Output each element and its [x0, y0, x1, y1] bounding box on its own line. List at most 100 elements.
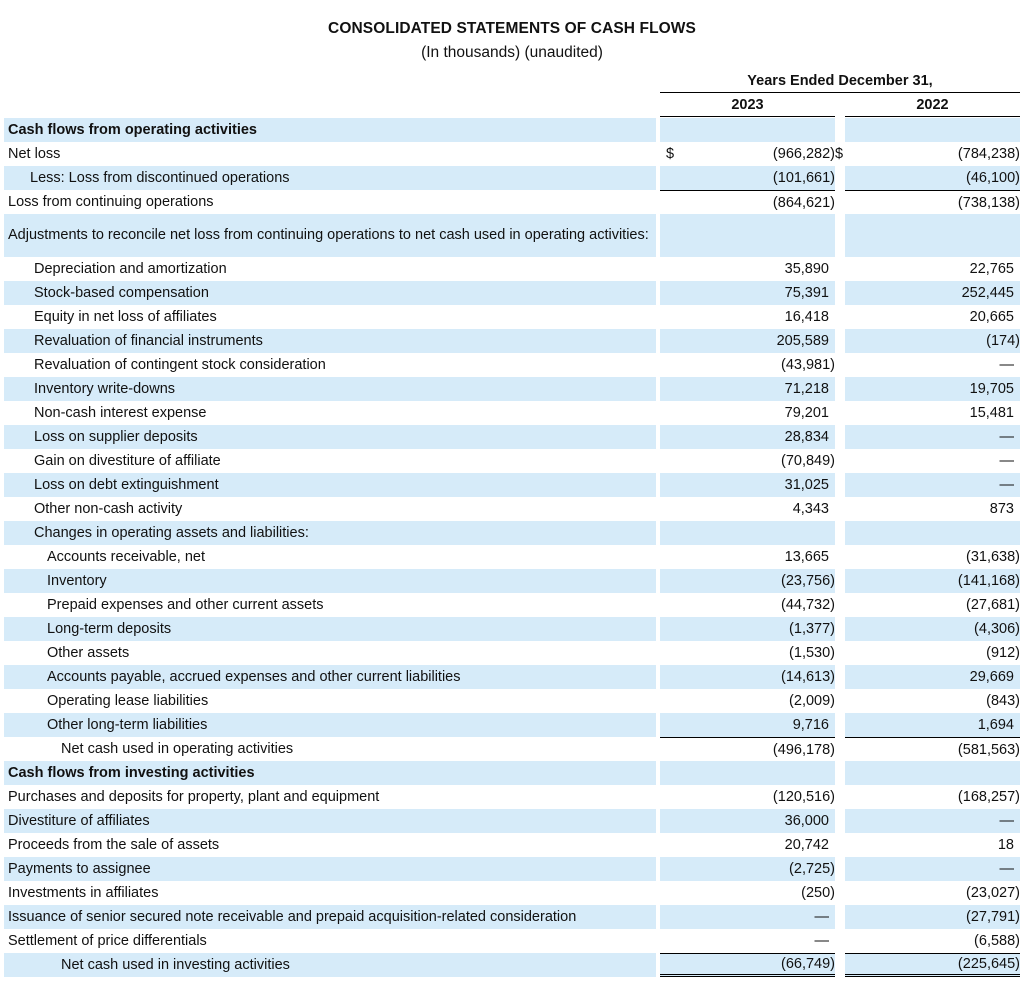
value-2022: 873	[989, 501, 1014, 517]
row-label: Purchases and deposits for property, pla…	[8, 788, 380, 805]
cell-2023: 79,201	[660, 401, 835, 425]
cell-2022: 18	[845, 833, 1020, 857]
value-2022: 15,481	[969, 405, 1014, 421]
row-label: Net cash used in operating activities	[61, 740, 294, 757]
period-header-rule	[660, 92, 1020, 93]
cell-2022: 22,765	[845, 257, 1020, 281]
cell-2022	[845, 118, 1020, 142]
table-row: Other non-cash activity 4,343 873	[4, 497, 1020, 521]
value-2023: 205,589	[776, 333, 829, 349]
cell-2023: (250)	[660, 881, 835, 905]
cell-2023: 16,418	[660, 305, 835, 329]
cell-2023	[660, 214, 835, 257]
value-2023: 31,025	[784, 477, 829, 493]
row-label: Other assets	[47, 644, 130, 661]
value-2023: 13,665	[784, 549, 829, 565]
cell-2022: (225,645)	[845, 953, 1020, 977]
cell-2023	[660, 761, 835, 785]
cell-2022: 873	[845, 497, 1020, 521]
cell-2023: 28,834	[660, 425, 835, 449]
cell-2023: (120,516)	[660, 785, 835, 809]
row-label: Cash flows from investing activities	[4, 761, 656, 785]
cell-2022: —	[845, 353, 1020, 377]
value-2022: 20,665	[969, 309, 1014, 325]
value-2022: —	[999, 357, 1015, 373]
row-label: Revaluation of contingent stock consider…	[34, 356, 326, 373]
row-label: Stock-based compensation	[4, 281, 656, 305]
value-2023: 35,890	[784, 261, 829, 277]
cell-2022: (31,638)	[845, 545, 1020, 569]
cell-2022: 19,705	[845, 377, 1020, 401]
value-2022: (581,563)	[957, 741, 1020, 758]
cell-2022: (46,100)	[845, 166, 1020, 190]
table-row: Loss on debt extinguishment 31,025 —	[4, 473, 1020, 497]
value-2022: —	[999, 453, 1015, 469]
table-row: Payments to assignee (2,725) —	[4, 857, 1020, 881]
table-row: Depreciation and amortization 35,890 22,76…	[4, 257, 1020, 281]
table-row: Cash flows from investing activities	[4, 761, 1020, 785]
value-2022: 1,694	[977, 717, 1014, 733]
cell-2022: (912)	[845, 641, 1020, 665]
value-2022: 252,445	[961, 285, 1014, 301]
cell-2022: (141,168)	[845, 569, 1020, 593]
cell-2023: 20,742	[660, 833, 835, 857]
value-2022: 18	[997, 837, 1014, 853]
statement-table: Cash flows from operating activities Net …	[4, 118, 1020, 977]
value-2023: (44,732)	[780, 597, 835, 613]
cell-2022	[845, 521, 1020, 545]
cell-2023: (23,756)	[660, 569, 835, 593]
value-2022: (738,138)	[957, 194, 1020, 211]
cell-2022: —	[845, 449, 1020, 473]
table-row: Accounts receivable, net 13,665 (31,638)	[4, 545, 1020, 569]
row-label: Other non-cash activity	[34, 500, 183, 517]
cell-2023: 31,025	[660, 473, 835, 497]
table-row: Adjustments to reconcile net loss from c…	[4, 214, 1020, 257]
column-header-2022-rule	[845, 116, 1020, 117]
table-row: Other long-term liabilities 9,716 1,694	[4, 713, 1020, 737]
value-2022: 29,669	[969, 669, 1014, 685]
cell-2022: (738,138)	[845, 190, 1020, 214]
value-2023: 28,834	[784, 429, 829, 445]
table-row: Accounts payable, accrued expenses and o…	[4, 665, 1020, 689]
table-row: Stock-based compensation 75,391 252,445	[4, 281, 1020, 305]
value-2023: 79,201	[784, 405, 829, 421]
cell-2022: (581,563)	[845, 737, 1020, 761]
row-label: Less: Loss from discontinued operations	[4, 166, 656, 190]
value-2023: (43,981)	[780, 357, 835, 373]
table-row: Proceeds from the sale of assets 20,742 18	[4, 833, 1020, 857]
table-row: Revaluation of contingent stock consider…	[4, 353, 1020, 377]
row-label: Long-term deposits	[4, 617, 656, 641]
value-2022: 22,765	[969, 261, 1014, 277]
table-row: Loss on supplier deposits 28,834 —	[4, 425, 1020, 449]
value-2023: (70,849)	[780, 453, 835, 469]
cell-2023: (2,725)	[660, 857, 835, 881]
cell-2023: (14,613)	[660, 665, 835, 689]
table-row: Equity in net loss of affiliates 16,418 20…	[4, 305, 1020, 329]
value-2022: (46,100)	[965, 170, 1020, 186]
row-label: Issuance of senior secured note receivab…	[4, 905, 656, 929]
cell-2022: 29,669	[845, 665, 1020, 689]
row-label: Accounts payable, accrued expenses and o…	[4, 665, 656, 689]
column-header-2023-rule	[660, 116, 835, 117]
cell-2023	[660, 521, 835, 545]
value-2023: (966,282)	[772, 146, 835, 162]
value-2022: —	[999, 477, 1015, 493]
row-label: Payments to assignee	[4, 857, 656, 881]
table-row: Inventory (23,756) (141,168)	[4, 569, 1020, 593]
value-2022: (141,168)	[957, 573, 1020, 589]
value-2023: (2,009)	[789, 693, 835, 709]
cell-2023	[660, 118, 835, 142]
cell-2023: (44,732)	[660, 593, 835, 617]
cell-2023: 4,343	[660, 497, 835, 521]
row-label: Inventory write-downs	[4, 377, 656, 401]
table-row: Net loss $ (966,282) $ (784,238)	[4, 142, 1020, 166]
cell-2022: 15,481	[845, 401, 1020, 425]
table-row: Changes in operating assets and liabilit…	[4, 521, 1020, 545]
currency-symbol: $	[666, 146, 675, 162]
value-2023: (66,749)	[780, 956, 835, 972]
value-2022: (27,791)	[965, 909, 1020, 925]
currency-symbol: $	[835, 146, 844, 162]
row-label: Depreciation and amortization	[34, 260, 227, 277]
value-2022: (31,638)	[965, 549, 1020, 565]
value-2022: (168,257)	[957, 789, 1020, 805]
